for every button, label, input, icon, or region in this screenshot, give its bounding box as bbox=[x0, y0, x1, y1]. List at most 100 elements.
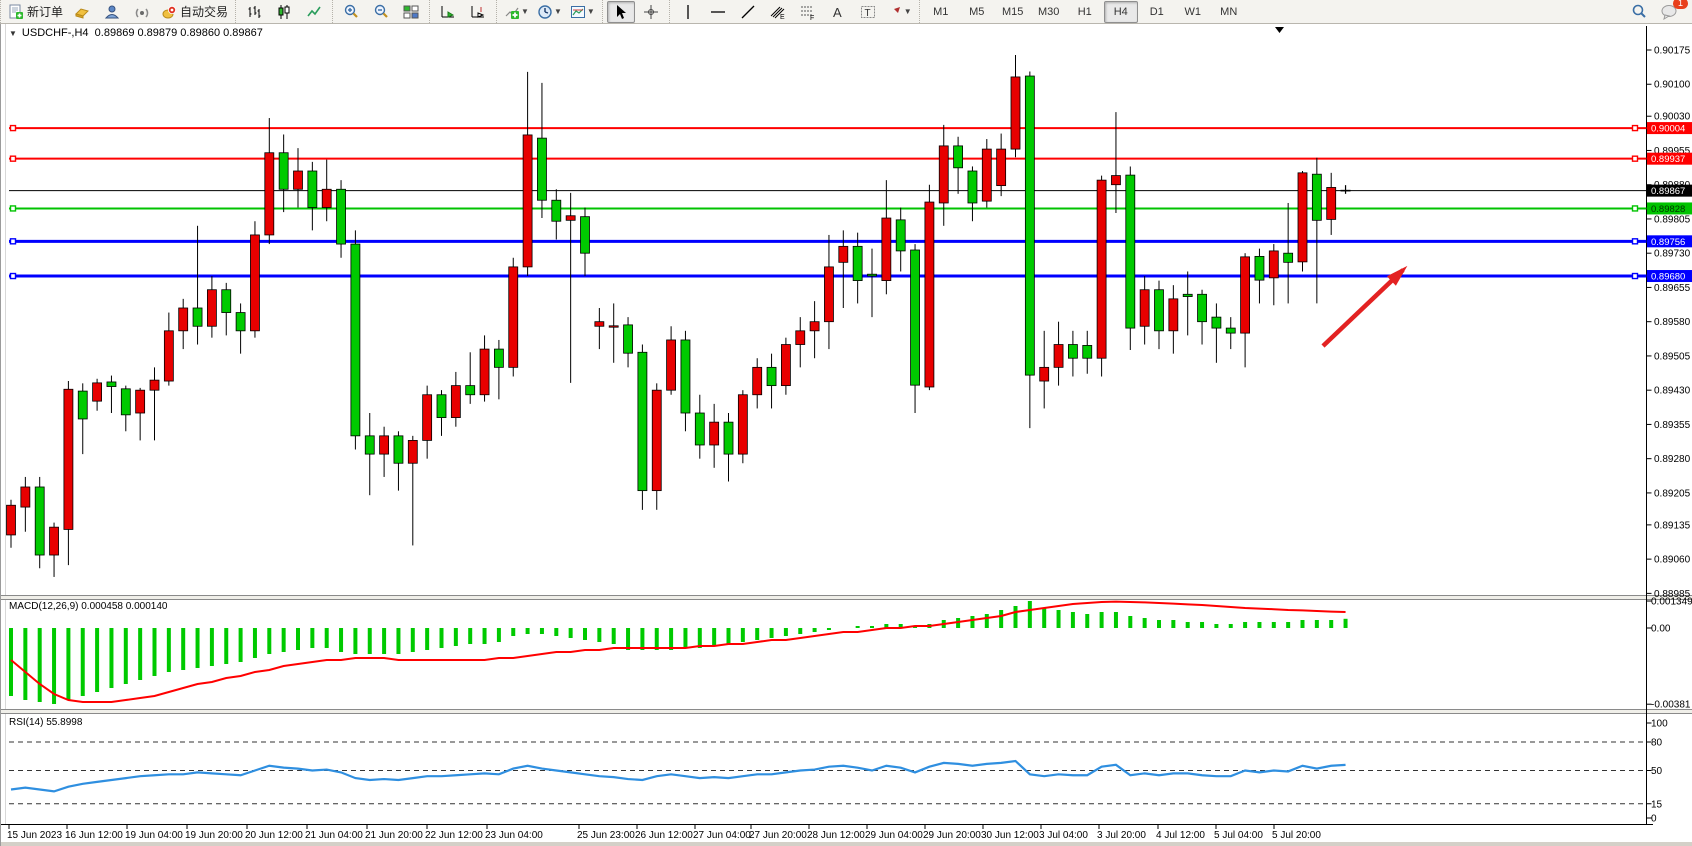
crosshair-button[interactable] bbox=[637, 1, 665, 23]
line-chart-icon bbox=[306, 4, 322, 20]
price-tick-label: 0.90100 bbox=[1654, 80, 1691, 91]
search-button[interactable] bbox=[1625, 1, 1653, 23]
price-line-badge: 0.89828 bbox=[1651, 204, 1685, 215]
time-axis-label: 4 Jul 12:00 bbox=[1156, 830, 1205, 841]
zoom-out-button[interactable] bbox=[367, 1, 395, 23]
chevron-down-icon: ▼ bbox=[554, 7, 562, 16]
macd-axis-label: 0.001349 bbox=[1651, 597, 1692, 608]
indicators-icon bbox=[504, 4, 520, 20]
price-tick-label: 0.89805 bbox=[1654, 214, 1691, 225]
search-icon bbox=[1631, 4, 1647, 20]
price-tick-label: 0.89060 bbox=[1654, 555, 1691, 566]
auto-trading-button[interactable]: 自动交易 bbox=[158, 1, 231, 23]
vertical-line-icon bbox=[680, 4, 696, 20]
price-tick-label: 0.89655 bbox=[1654, 283, 1691, 294]
notifications-button[interactable]: 1 bbox=[1655, 1, 1683, 23]
toolbar-group-cursor bbox=[602, 0, 669, 23]
time-axis-label: 5 Jul 04:00 bbox=[1214, 830, 1263, 841]
text-button[interactable]: A bbox=[824, 1, 852, 23]
rsi-indicator-label: RSI(14) 55.8998 bbox=[9, 717, 82, 728]
timeframe-h1-button[interactable]: H1 bbox=[1068, 1, 1102, 23]
price-tick-label: 0.89580 bbox=[1654, 317, 1691, 328]
arrows-icon bbox=[887, 4, 903, 20]
price-tick-label: 0.89280 bbox=[1654, 454, 1691, 465]
time-axis-label: 3 Jul 04:00 bbox=[1039, 830, 1088, 841]
price-tick-label: 0.90030 bbox=[1654, 112, 1691, 123]
timeframe-m1-button[interactable]: M1 bbox=[924, 1, 958, 23]
candlestick-chart-icon bbox=[276, 4, 292, 20]
chevron-down-icon: ▼ bbox=[521, 7, 529, 16]
chart-title: USDCHF-,H4 bbox=[22, 27, 89, 39]
text-label-icon: T bbox=[860, 4, 876, 20]
time-axis-label: 30 Jun 12:00 bbox=[981, 830, 1039, 841]
chevron-down-icon: ▼ bbox=[587, 7, 595, 16]
timeframe-m5-button[interactable]: M5 bbox=[960, 1, 994, 23]
svg-text:T: T bbox=[864, 8, 870, 19]
timeframe-mn-button[interactable]: MN bbox=[1212, 1, 1246, 23]
periods-button[interactable]: ▼ bbox=[534, 1, 565, 23]
deposit-icon bbox=[74, 4, 90, 20]
timeframe-m15-button[interactable]: M15 bbox=[996, 1, 1030, 23]
arrows-button[interactable]: ▼ bbox=[884, 1, 915, 23]
channel-button[interactable]: E bbox=[764, 1, 792, 23]
auto-trading-icon bbox=[161, 4, 177, 20]
profile-icon bbox=[104, 4, 120, 20]
time-axis-label: 23 Jun 04:00 bbox=[485, 830, 543, 841]
toolbar: 新订单 自动交易 bbox=[0, 0, 1692, 24]
price-line-badge: 0.89937 bbox=[1651, 154, 1685, 165]
price-line-badge: 0.90004 bbox=[1651, 124, 1685, 135]
bar-chart-icon bbox=[246, 4, 262, 20]
cursor-button[interactable] bbox=[607, 1, 635, 23]
price-line-badge: 0.89867 bbox=[1651, 186, 1685, 197]
fibonacci-button[interactable]: F bbox=[794, 1, 822, 23]
trendline-button[interactable] bbox=[734, 1, 762, 23]
horizontal-line-button[interactable] bbox=[704, 1, 732, 23]
notification-count-badge: 1 bbox=[1673, 0, 1688, 9]
time-axis-label: 3 Jul 20:00 bbox=[1097, 830, 1146, 841]
horizontal-line-icon bbox=[710, 4, 726, 20]
new-order-label: 新订单 bbox=[27, 3, 63, 20]
chart-canvas[interactable]: 0.901750.901000.900300.899550.898800.898… bbox=[1, 24, 1692, 846]
time-axis-label: 29 Jun 20:00 bbox=[923, 830, 981, 841]
time-axis-label: 29 Jun 04:00 bbox=[865, 830, 923, 841]
timeframe-d1-button[interactable]: D1 bbox=[1140, 1, 1174, 23]
toolbar-group-scroll bbox=[429, 0, 496, 23]
collapse-panel-icon[interactable]: ▼ bbox=[9, 29, 17, 38]
crosshair-icon bbox=[643, 4, 659, 20]
toolbar-group-timeframes: M1 M5 M15 M30 H1 H4 D1 W1 MN bbox=[919, 0, 1250, 23]
rsi-axis-label: 80 bbox=[1651, 738, 1663, 749]
svg-text:E: E bbox=[780, 14, 785, 20]
chart-shift-button[interactable] bbox=[464, 1, 492, 23]
text-icon: A bbox=[830, 4, 846, 20]
toolbar-group-zoom bbox=[332, 0, 429, 23]
templates-icon bbox=[570, 4, 586, 20]
profile-button[interactable] bbox=[98, 1, 126, 23]
price-line-badge: 0.89756 bbox=[1651, 237, 1685, 248]
timeframe-h4-button[interactable]: H4 bbox=[1104, 1, 1138, 23]
new-order-button[interactable]: 新订单 bbox=[5, 1, 66, 23]
timeframe-w1-button[interactable]: W1 bbox=[1176, 1, 1210, 23]
bar-chart-button[interactable] bbox=[240, 1, 268, 23]
time-axis-label: 16 Jun 12:00 bbox=[65, 830, 123, 841]
zoom-in-button[interactable] bbox=[337, 1, 365, 23]
deposit-button[interactable] bbox=[68, 1, 96, 23]
price-tick-label: 0.89430 bbox=[1654, 386, 1691, 397]
indicators-button[interactable]: ▼ bbox=[501, 1, 532, 23]
price-tick-label: 0.89205 bbox=[1654, 488, 1691, 499]
vertical-line-button[interactable] bbox=[674, 1, 702, 23]
toolbar-right: 1 bbox=[1624, 1, 1692, 23]
text-label-button[interactable]: T bbox=[854, 1, 882, 23]
templates-button[interactable]: ▼ bbox=[567, 1, 598, 23]
candlestick-chart-button[interactable] bbox=[270, 1, 298, 23]
signal-button[interactable] bbox=[128, 1, 156, 23]
rsi-axis-label: 50 bbox=[1651, 766, 1663, 777]
channel-icon: E bbox=[770, 4, 786, 20]
tile-windows-button[interactable] bbox=[397, 1, 425, 23]
chart-window: 0.901750.901000.900300.899550.898800.898… bbox=[0, 24, 1692, 846]
line-chart-button[interactable] bbox=[300, 1, 328, 23]
chevron-down-icon: ▼ bbox=[904, 7, 912, 16]
auto-scroll-button[interactable] bbox=[434, 1, 462, 23]
time-axis-label: 5 Jul 20:00 bbox=[1272, 830, 1321, 841]
timeframe-m30-button[interactable]: M30 bbox=[1032, 1, 1066, 23]
macd-indicator-label: MACD(12,26,9) 0.000458 0.000140 bbox=[9, 601, 167, 612]
